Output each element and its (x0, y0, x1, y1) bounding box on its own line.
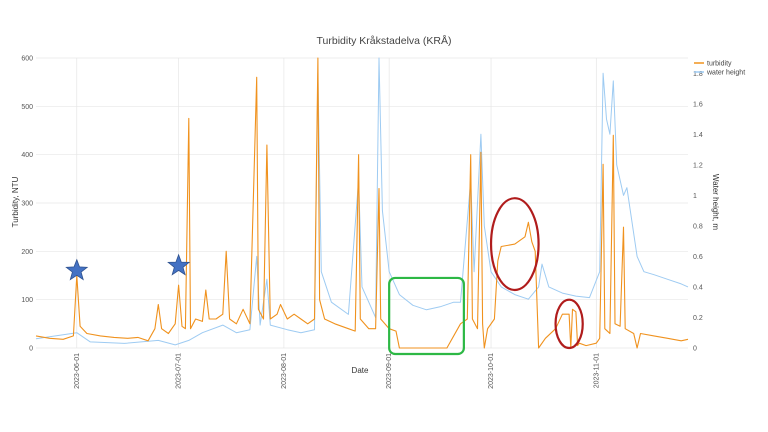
x-tick-labels: 2023-06-01 2023-07-01 2023-08-01 2023-09-01… (74, 353, 601, 389)
turbidity-chart: Turbidity Kråkstadelva (KRÅ) 0 100 200 300 4… (11, 34, 745, 389)
x-tick-label: 2023-11-01 (593, 353, 600, 388)
y-tick-label-left: 600 (21, 56, 33, 63)
y-tick-label-left: 200 (21, 249, 33, 256)
y-tick-label-right: 0.2 (693, 315, 703, 322)
y-tick-label-right: 0.6 (693, 254, 703, 261)
y-axis-label-left: Turbidity, NTU (11, 176, 20, 227)
annotations (65, 197, 584, 356)
y-tick-label-right: 0.4 (693, 284, 703, 291)
series-line-water-height (35, 57, 689, 346)
y-tick-label-right: 1 (693, 193, 697, 200)
legend-label-turbidity: turbidity (707, 61, 732, 68)
left-y-tick-labels: 0 100 200 300 400 500 600 (21, 56, 33, 353)
y-tick-label-right: 1.2 (693, 162, 703, 169)
y-axis-label-right: Water height, m (711, 174, 720, 231)
x-axis-label: Date (352, 366, 369, 375)
y-tick-label-left: 400 (21, 152, 33, 159)
y-tick-label-right: 1.6 (693, 101, 703, 108)
legend-label-water-height: water height (706, 70, 745, 77)
x-tick-label: 2023-06-01 (74, 353, 81, 389)
x-tick-label: 2023-09-01 (386, 353, 393, 389)
right-y-tick-labels: 00.20.40.60.811.21.41.61.8 (693, 71, 703, 353)
y-tick-label-left: 100 (21, 297, 33, 304)
chart-title: Turbidity Kråkstadelva (KRÅ) (317, 34, 452, 47)
x-tick-label: 2023-10-01 (488, 353, 495, 389)
grid (36, 57, 688, 349)
y-tick-label-left: 0 (29, 346, 33, 353)
x-tick-label: 2023-07-01 (176, 353, 183, 389)
x-tick-label: 2023-08-01 (281, 353, 288, 389)
y-tick-label-left: 500 (21, 104, 33, 111)
y-tick-label-right: 1.4 (693, 132, 703, 139)
y-tick-label-right: 0.8 (693, 223, 703, 230)
highlight-box-green (388, 276, 465, 356)
y-tick-label-right: 0 (693, 346, 697, 353)
y-tick-label-left: 300 (21, 201, 33, 208)
